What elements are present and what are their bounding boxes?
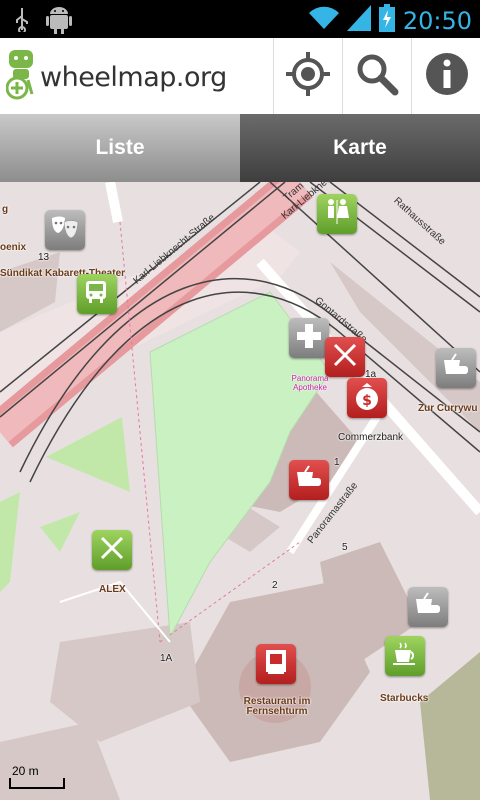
battery-charging-icon — [378, 4, 395, 37]
tab-karte[interactable]: Karte — [240, 114, 480, 182]
search-icon — [355, 52, 399, 101]
usb-icon — [14, 8, 30, 37]
fastfood-icon — [442, 352, 470, 385]
coffee-cup-icon — [391, 640, 419, 673]
bus-icon — [83, 279, 111, 310]
map-view[interactable]: Karl-Liebknecht-Straße Karl-Liebknecht- … — [0, 182, 480, 800]
wifi-icon — [308, 5, 339, 36]
alex-restaurant-marker[interactable] — [92, 530, 132, 570]
tab-karte-label: Karte — [333, 136, 387, 159]
logo-text: wheelmap.org — [40, 62, 227, 93]
place-label-commerzbank: Commerzbank — [338, 432, 404, 443]
pharmacy-marker[interactable] — [289, 318, 329, 358]
house-number: 1A — [160, 653, 173, 664]
info-button[interactable] — [411, 38, 480, 114]
fastfood-marker[interactable] — [289, 460, 329, 500]
fastfood-marker-right[interactable] — [408, 587, 448, 627]
locate-button[interactable] — [273, 38, 342, 114]
tab-bar: Liste Karte — [0, 114, 480, 182]
toilets-icon — [323, 198, 351, 231]
place-label-starbucks: Starbucks — [380, 693, 429, 704]
theater-marker[interactable] — [45, 210, 85, 250]
svg-text:$: $ — [362, 393, 372, 409]
place-label-fragment: g — [2, 204, 9, 215]
info-icon — [425, 52, 469, 101]
fork-knife-icon — [98, 534, 126, 567]
scale-label: 20 m — [12, 764, 39, 778]
house-number: 2 — [272, 580, 278, 591]
fernsehturm-restaurant-marker[interactable] — [256, 644, 296, 684]
tab-liste[interactable]: Liste — [0, 114, 240, 182]
house-number: 1 — [334, 457, 340, 468]
action-bar: wheelmap.org — [0, 38, 480, 115]
toilets-marker[interactable] — [317, 194, 357, 234]
place-label-alex: ALEX — [99, 584, 126, 595]
theater-masks-icon — [50, 215, 80, 246]
pharmacy-cross-icon — [295, 322, 323, 355]
locate-icon — [286, 51, 330, 101]
menu-board-icon — [262, 648, 290, 681]
search-button[interactable] — [342, 38, 411, 114]
fork-knife-icon — [331, 341, 359, 374]
place-label-currywurst: Zur Currywu — [418, 403, 478, 414]
bus-stop-marker[interactable] — [77, 274, 117, 314]
restaurant-marker[interactable] — [325, 337, 365, 377]
house-number: 5 — [342, 542, 348, 553]
wheelchair-person-icon — [5, 50, 36, 105]
money-bag-icon: $ — [353, 381, 381, 416]
starbucks-marker[interactable] — [385, 636, 425, 676]
place-label-phoenix: oenix — [0, 242, 27, 253]
clock: 20:50 — [402, 6, 472, 35]
app-logo[interactable]: wheelmap.org — [5, 50, 227, 105]
bank-marker[interactable]: $ — [347, 378, 387, 418]
android-debug-icon — [46, 6, 72, 39]
tab-liste-label: Liste — [95, 136, 145, 159]
house-number: 13 — [38, 252, 50, 263]
status-bar: 20:50 — [0, 0, 480, 38]
fastfood-icon — [414, 591, 442, 624]
signal-icon — [346, 5, 371, 36]
fastfood-marker-currywurst[interactable] — [436, 348, 476, 388]
fastfood-icon — [295, 464, 323, 497]
place-label-restaurant: Restaurant im Fernsehturm — [243, 696, 311, 717]
